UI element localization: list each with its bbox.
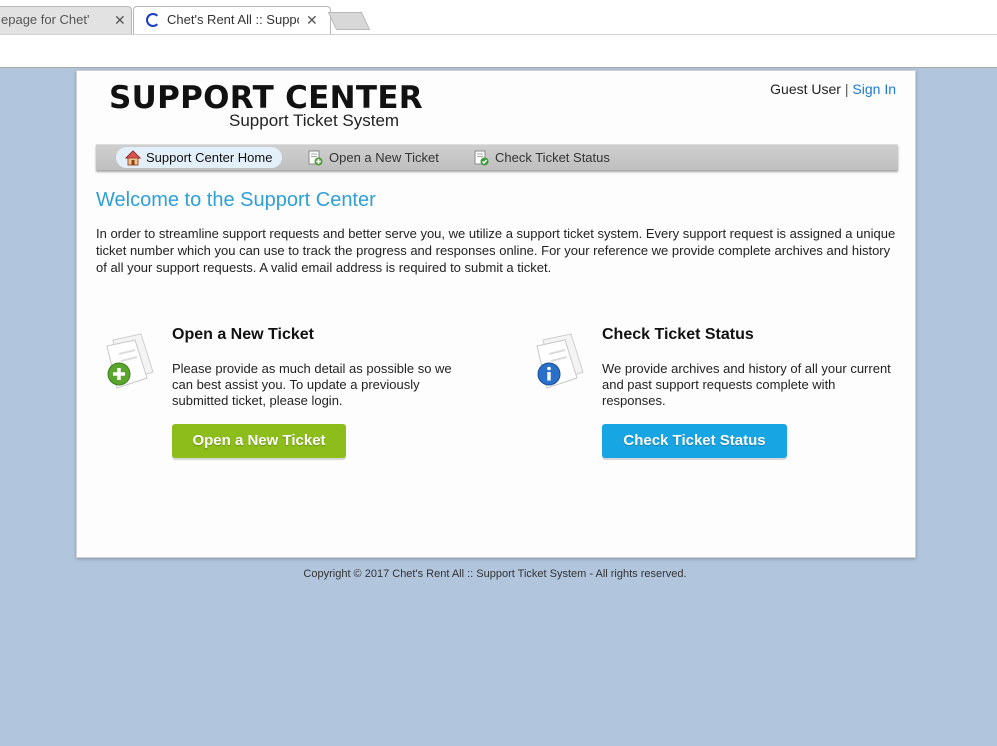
check-ticket-status-button[interactable]: Check Ticket Status: [602, 424, 787, 458]
guest-user-label: Guest User: [770, 81, 841, 97]
browser-toolbar: [0, 34, 997, 68]
intro-text: In order to streamline support requests …: [96, 226, 896, 275]
open-ticket-description: Please provide as much detail as possibl…: [172, 361, 452, 408]
nav-check-ticket-status[interactable]: Check Ticket Status: [473, 147, 610, 168]
close-icon[interactable]: ✕: [306, 7, 318, 33]
logo-subtitle: Support Ticket System: [229, 111, 400, 130]
new-tab-button[interactable]: [327, 12, 371, 30]
browser-tab-support[interactable]: Chet's Rent All :: Support ✕: [133, 6, 331, 34]
tab-label: Chet's Rent All :: Support: [167, 12, 299, 27]
page-container: SUPPORT CENTER Support Ticket System Gue…: [76, 70, 916, 558]
nav-label: Check Ticket Status: [495, 150, 610, 165]
check-status-heading: Check Ticket Status: [602, 326, 754, 343]
ticket-status-icon: [474, 150, 489, 166]
separator: |: [844, 81, 849, 97]
nav-open-new-ticket[interactable]: Open a New Ticket: [307, 147, 439, 168]
browser-tab-bar: epage for Chet's we ✕ Chet's Rent All ::…: [0, 0, 997, 34]
nav-label: Support Center Home: [146, 150, 273, 165]
favicon-icon: [146, 13, 160, 27]
page-title: Welcome to the Support Center: [96, 189, 376, 211]
open-ticket-heading: Open a New Ticket: [172, 326, 314, 343]
open-new-ticket-button[interactable]: Open a New Ticket: [172, 424, 346, 458]
nav-label: Open a New Ticket: [329, 150, 439, 165]
check-status-description: We provide archives and history of all y…: [602, 361, 891, 408]
home-icon: [125, 150, 141, 166]
new-ticket-icon: [106, 333, 154, 389]
nav-support-center-home[interactable]: Support Center Home: [116, 147, 283, 168]
user-bar: Guest User | Sign In: [770, 81, 896, 97]
footer-copyright: Copyright © 2017 Chet's Rent All :: Supp…: [303, 568, 687, 580]
browser-tab-homepage[interactable]: epage for Chet's we ✕: [0, 6, 132, 34]
close-icon[interactable]: ✕: [114, 7, 126, 33]
sign-in-link[interactable]: Sign In: [852, 81, 896, 97]
info-ticket-icon: [536, 333, 584, 389]
new-ticket-icon: [308, 150, 323, 166]
tab-label: epage for Chet's we: [1, 12, 89, 27]
main-nav: Support Center Home Open a New Ticket Ch…: [96, 144, 898, 170]
